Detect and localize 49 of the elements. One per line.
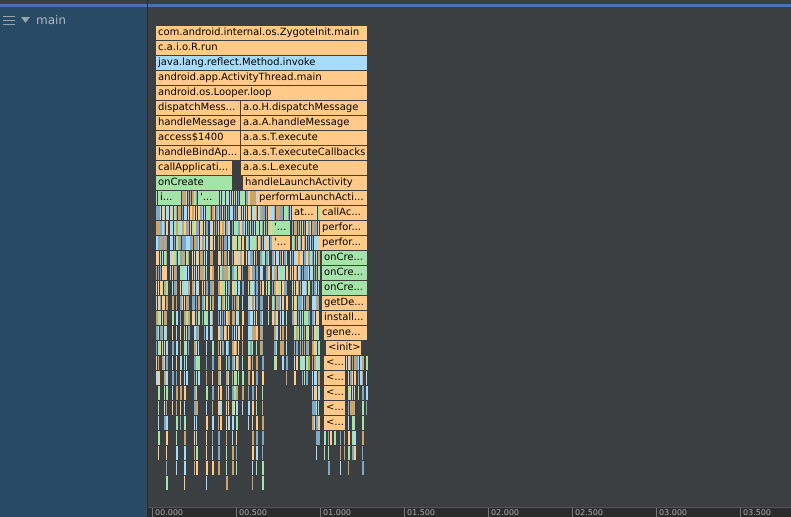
flame-frame[interactable]: <... [324, 401, 346, 415]
flame-frame[interactable]: android.app.ActivityThread.main [156, 71, 368, 85]
flame-frame[interactable]: at... [292, 206, 318, 220]
flame-frame[interactable]: callAc... [320, 206, 368, 220]
time-tick-label: 02.500 [572, 508, 603, 517]
time-tick-label: 00.000 [152, 508, 183, 517]
flame-frame[interactable]: onCre... [322, 266, 368, 280]
flame-frame[interactable]: onCre... [322, 251, 368, 265]
flame-frame[interactable]: install... [322, 311, 368, 325]
flame-frame[interactable]: java.lang.reflect.Method.invoke [156, 56, 368, 70]
time-tick-label: 00.500 [236, 508, 267, 517]
time-tick-label: 03.500 [740, 508, 771, 517]
flame-frame[interactable]: com.android.internal.os.ZygoteInit.main [156, 26, 368, 40]
flame-frame[interactable]: handleMessage [156, 116, 241, 130]
time-tick-label: 02.000 [488, 508, 519, 517]
flame-frame[interactable]: dispatchMess... [156, 101, 241, 115]
flame-frame[interactable]: android.os.Looper.loop [156, 86, 368, 100]
flame-frame[interactable]: a.o.H.dispatchMessage [241, 101, 368, 115]
flame-frame[interactable]: performLaunchActi... [257, 191, 368, 205]
flame-frame[interactable]: handleLaunchActivity [243, 176, 368, 190]
flame-frame[interactable]: onCre... [322, 281, 368, 295]
flame-frame[interactable]: getDe... [322, 296, 368, 310]
flame-frame[interactable]: a.a.s.T.executeCallbacks [241, 146, 368, 160]
thread-name[interactable]: main [36, 14, 66, 26]
flame-frame[interactable]: i... [158, 191, 182, 205]
flame-frame[interactable]: gene... [324, 326, 368, 340]
flame-frame[interactable]: a.a.s.T.execute [241, 131, 368, 145]
flame-frame[interactable]: access$1400 [156, 131, 241, 145]
flame-frame[interactable]: <init> [326, 341, 362, 355]
flame-frame[interactable]: '... [272, 236, 291, 250]
flame-frame[interactable]: '... [272, 221, 291, 235]
flame-frame[interactable]: <... [324, 416, 346, 430]
flame-frame[interactable]: a.a.s.L.execute [241, 161, 368, 175]
flame-frame[interactable]: handleBindAp... [156, 146, 241, 160]
flame-frame[interactable]: perfor... [320, 236, 368, 250]
time-tick-label: 01.500 [404, 508, 435, 517]
expand-arrow-icon[interactable] [21, 16, 30, 24]
flame-frame[interactable]: perfor... [320, 221, 368, 235]
flame-frame[interactable]: a.a.A.handleMessage [241, 116, 368, 130]
time-tick-label: 03.000 [656, 508, 687, 517]
flame-frame[interactable]: onCreate [156, 176, 233, 190]
flame-frame[interactable]: callApplicati... [156, 161, 233, 175]
menu-icon[interactable] [3, 16, 15, 24]
flame-frame[interactable]: <... [324, 356, 346, 370]
flame-frame[interactable]: <... [324, 386, 346, 400]
time-tick-label: 01.000 [320, 508, 351, 517]
flame-frame[interactable]: c.a.i.o.R.run [156, 41, 368, 55]
flame-frame[interactable]: <... [324, 371, 346, 385]
flame-frame[interactable]: '... [198, 191, 220, 205]
